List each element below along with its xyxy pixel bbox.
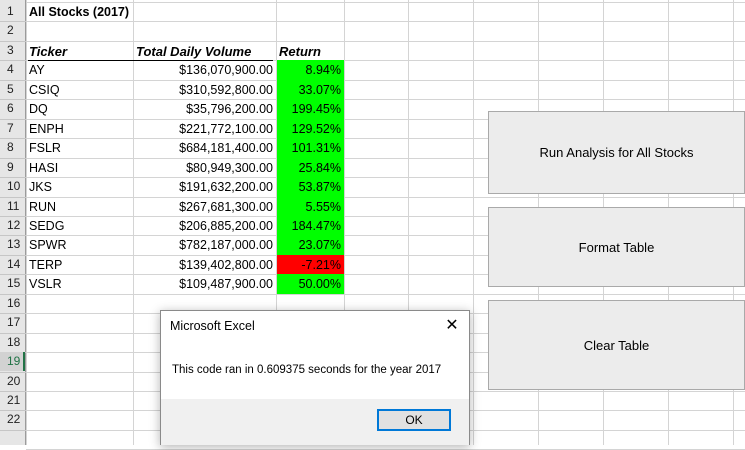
row-number[interactable]: 10 <box>0 177 25 196</box>
dialog-message: This code ran in 0.609375 seconds for th… <box>172 364 442 376</box>
row-number[interactable]: 18 <box>0 333 25 352</box>
row-number[interactable]: 15 <box>0 274 25 293</box>
row-number[interactable]: 14 <box>0 255 25 274</box>
cell-return[interactable]: 33.07% <box>277 80 344 100</box>
cell-volume[interactable]: $221,772,100.00 <box>133 120 273 139</box>
row-gridline <box>26 21 745 22</box>
cell-volume[interactable]: $35,796,200.00 <box>133 100 273 119</box>
cell-ticker[interactable]: CSIQ <box>29 81 60 100</box>
cell-volume[interactable]: $136,070,900.00 <box>133 61 273 80</box>
header-volume: Total Daily Volume <box>136 44 252 59</box>
row-number[interactable]: 19 <box>0 352 25 371</box>
cell-ticker[interactable]: ENPH <box>29 120 64 139</box>
dialog-title: Microsoft Excel <box>170 319 255 333</box>
row-number[interactable]: 21 <box>0 391 25 410</box>
format-table-button[interactable]: Format Table <box>488 207 745 287</box>
header-ticker: Ticker <box>29 44 68 59</box>
row-number[interactable]: 12 <box>0 216 25 235</box>
close-icon[interactable]: ✕ <box>441 315 463 337</box>
cell-ticker[interactable]: SPWR <box>29 236 67 255</box>
cell-return[interactable]: 5.55% <box>277 197 344 217</box>
cell-volume[interactable]: $267,681,300.00 <box>133 198 273 217</box>
row-number[interactable]: 22 <box>0 410 25 429</box>
clear-table-button[interactable]: Clear Table <box>488 300 745 390</box>
row-number[interactable]: 3 <box>0 41 25 60</box>
cell-ticker[interactable]: HASI <box>29 159 58 178</box>
message-dialog: Microsoft Excel ✕ This code ran in 0.609… <box>160 310 470 445</box>
header-return: Return <box>279 44 321 59</box>
cell-ticker[interactable]: RUN <box>29 198 56 217</box>
cell-volume[interactable]: $80,949,300.00 <box>133 159 273 178</box>
row-number[interactable]: 11 <box>0 197 25 216</box>
cell-volume[interactable]: $310,592,800.00 <box>133 81 273 100</box>
cell-return[interactable]: 25.84% <box>277 158 344 178</box>
cell-volume[interactable]: $109,487,900.00 <box>133 275 273 294</box>
column-gridline <box>26 0 27 445</box>
column-gridline <box>473 0 474 445</box>
ok-button[interactable]: OK <box>377 409 451 431</box>
cell-return[interactable]: -7.21% <box>277 255 344 275</box>
cell-ticker[interactable]: VSLR <box>29 275 62 294</box>
row-number[interactable]: 7 <box>0 119 25 138</box>
cell-return[interactable]: 129.52% <box>277 119 344 139</box>
cell-return[interactable]: 184.47% <box>277 216 344 236</box>
run-analysis-button[interactable]: Run Analysis for All Stocks <box>488 111 745 194</box>
cell-ticker[interactable]: AY <box>29 61 45 80</box>
cell-volume[interactable]: $782,187,000.00 <box>133 236 273 255</box>
row-number[interactable]: 13 <box>0 235 25 254</box>
row-gridline <box>26 294 745 295</box>
row-gridline <box>26 41 745 42</box>
cell-ticker[interactable]: SEDG <box>29 217 64 236</box>
row-number[interactable]: 4 <box>0 60 25 79</box>
sheet-title: All Stocks (2017) <box>29 5 130 19</box>
cell-return[interactable]: 23.07% <box>277 235 344 255</box>
row-number[interactable]: 17 <box>0 313 25 332</box>
cell-volume[interactable]: $139,402,800.00 <box>133 256 273 275</box>
row-number[interactable]: 9 <box>0 158 25 177</box>
cell-volume[interactable]: $684,181,400.00 <box>133 139 273 158</box>
row-number[interactable]: 16 <box>0 294 25 313</box>
cell-return[interactable]: 199.45% <box>277 99 344 119</box>
cell-ticker[interactable]: FSLR <box>29 139 61 158</box>
row-gridline <box>26 2 745 3</box>
row-number[interactable]: 5 <box>0 80 25 99</box>
cell-ticker[interactable]: DQ <box>29 100 48 119</box>
row-number[interactable]: 20 <box>0 372 25 391</box>
dialog-footer: OK <box>161 399 469 445</box>
row-number[interactable]: 1 <box>0 2 25 21</box>
cell-volume[interactable]: $206,885,200.00 <box>133 217 273 236</box>
row-number[interactable]: 2 <box>0 21 25 40</box>
cell-ticker[interactable]: TERP <box>29 256 62 275</box>
cell-return[interactable]: 50.00% <box>277 274 344 294</box>
cell-volume[interactable]: $191,632,200.00 <box>133 178 273 197</box>
row-separator <box>0 430 26 431</box>
row-number[interactable]: 6 <box>0 99 25 118</box>
cell-return[interactable]: 101.31% <box>277 138 344 158</box>
cell-return[interactable]: 53.87% <box>277 177 344 197</box>
cell-ticker[interactable]: JKS <box>29 178 52 197</box>
cell-return[interactable]: 8.94% <box>277 60 344 80</box>
row-number[interactable]: 8 <box>0 138 25 157</box>
